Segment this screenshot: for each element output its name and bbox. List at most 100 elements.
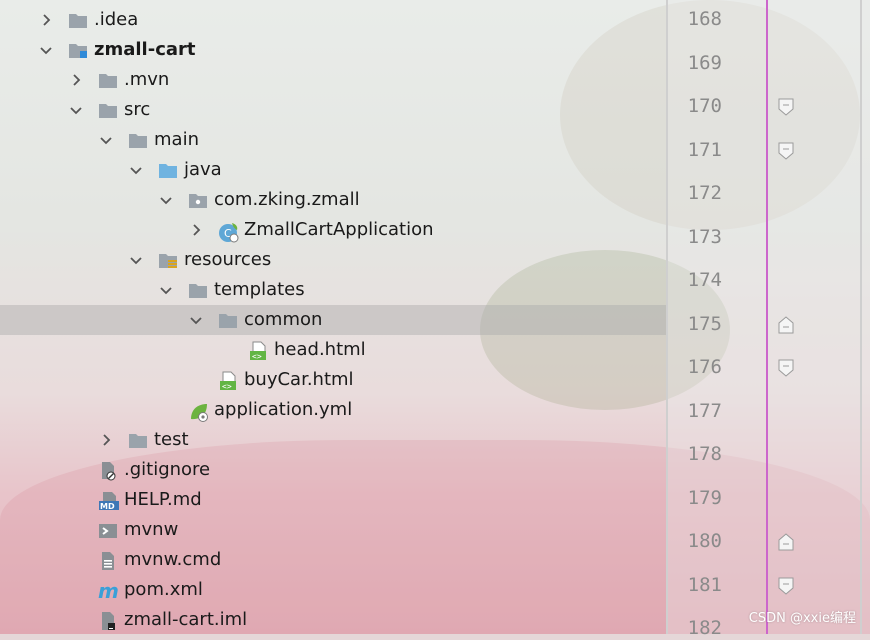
chevron-down-icon[interactable] — [188, 312, 204, 328]
html-file-icon: <> — [218, 371, 238, 391]
tree-item-label: src — [124, 99, 151, 120]
tree-item-label: HELP.md — [124, 489, 202, 510]
tree-row[interactable]: zmall-cart — [0, 35, 666, 65]
folder-icon — [68, 11, 88, 29]
tree-row[interactable]: .idea — [0, 5, 666, 35]
chevron-down-icon[interactable] — [128, 162, 144, 178]
chevron-down-icon[interactable] — [158, 192, 174, 208]
maven-file-icon: m — [98, 579, 119, 603]
tree-item-label: mvnw.cmd — [124, 549, 222, 570]
tree-item-label: application.yml — [214, 399, 353, 420]
fold-start-icon[interactable] — [778, 142, 794, 160]
text-file-icon — [98, 551, 118, 570]
line-number: 173 — [687, 225, 722, 248]
svg-text:MD: MD — [100, 502, 115, 511]
markdown-file-icon: MD — [98, 491, 119, 511]
tree-item-label: zmall-cart — [94, 39, 196, 60]
folder-icon — [128, 131, 148, 149]
tree-row[interactable]: C ZmallCartApplication — [0, 215, 666, 245]
tree-row[interactable]: .mvn — [0, 65, 666, 95]
fold-end-icon[interactable] — [778, 533, 794, 551]
fold-start-icon[interactable] — [778, 577, 794, 595]
tree-item-label: main — [154, 129, 199, 150]
tree-row[interactable]: src — [0, 95, 666, 125]
package-icon — [188, 191, 208, 209]
chevron-down-icon[interactable] — [98, 132, 114, 148]
tree-row[interactable]: MD HELP.md — [0, 485, 666, 515]
watermark: CSDN @xxie编程 — [748, 611, 856, 626]
iml-file-icon — [98, 611, 118, 630]
tree-row[interactable]: resources — [0, 245, 666, 275]
project-tree: .idea zmall-cart .mvn src main java com.zking.… — [0, 0, 666, 634]
folder-icon — [98, 71, 118, 89]
editor-gutter: 168 169 170 171 172 173 174 175 176 177 178 179 180 1… — [666, 0, 870, 639]
chevron-down-icon[interactable] — [128, 252, 144, 268]
chevron-right-icon[interactable] — [98, 432, 114, 448]
tree-item-label: templates — [214, 279, 305, 300]
line-number: 179 — [687, 486, 722, 509]
gitignore-file-icon — [98, 461, 118, 481]
tree-row[interactable]: common — [0, 305, 666, 335]
tree-item-label: common — [244, 309, 323, 330]
svg-text:<>: <> — [252, 352, 262, 361]
shell-file-icon — [98, 521, 118, 539]
folder-icon — [128, 431, 148, 449]
line-number: 181 — [687, 573, 722, 596]
fold-start-icon[interactable] — [778, 98, 794, 116]
chevron-right-icon[interactable] — [38, 12, 54, 28]
line-number: 176 — [687, 356, 722, 378]
tree-item-label: .mvn — [124, 69, 170, 90]
tree-row[interactable]: zmall-cart.iml — [0, 605, 666, 635]
line-number: 174 — [687, 269, 722, 291]
tree-row[interactable]: mvnw.cmd — [0, 545, 666, 575]
folder-icon — [98, 101, 118, 119]
fold-start-icon[interactable] — [778, 359, 794, 377]
svg-text:<>: <> — [222, 382, 232, 391]
tree-row[interactable]: com.zking.zmall — [0, 185, 666, 215]
tree-row[interactable]: <> head.html — [0, 335, 666, 365]
html-file-icon: <> — [248, 341, 268, 361]
tree-row[interactable]: mvnw — [0, 515, 666, 545]
tree-item-label: head.html — [274, 339, 366, 360]
tree-row[interactable]: main — [0, 125, 666, 155]
tree-row[interactable]: java — [0, 155, 666, 185]
source-folder-icon — [158, 161, 178, 179]
tree-item-label: ZmallCartApplication — [244, 219, 434, 240]
chevron-down-icon[interactable] — [68, 102, 84, 118]
tree-item-label: .idea — [94, 9, 139, 30]
tree-row[interactable]: .gitignore — [0, 455, 666, 485]
tree-item-label: buyCar.html — [244, 369, 354, 390]
resources-folder-icon — [158, 251, 178, 269]
editor-divider — [860, 0, 862, 634]
tree-item-label: resources — [184, 249, 272, 270]
right-margin-guide — [766, 0, 768, 634]
chevron-down-icon[interactable] — [158, 282, 174, 298]
fold-end-icon[interactable] — [778, 315, 794, 334]
folder-icon — [188, 281, 208, 299]
tree-item-label: com.zking.zmall — [214, 189, 360, 210]
tree-item-label: mvnw — [124, 519, 179, 540]
tree-row[interactable]: application.yml — [0, 395, 666, 425]
spring-class-icon: C — [218, 221, 239, 243]
line-number: 172 — [687, 182, 722, 204]
tree-row[interactable]: test — [0, 425, 666, 455]
chevron-right-icon[interactable] — [188, 222, 204, 238]
tree-row[interactable]: <> buyCar.html — [0, 365, 666, 395]
chevron-down-icon[interactable] — [38, 42, 54, 58]
line-number: 171 — [687, 138, 722, 161]
tree-row[interactable]: m pom.xml — [0, 575, 666, 605]
line-number: 178 — [687, 443, 722, 465]
tree-item-label: pom.xml — [124, 579, 203, 600]
line-number: 182 — [687, 617, 722, 639]
folder-icon — [218, 311, 238, 329]
tree-item-label: java — [184, 159, 222, 180]
chevron-right-icon[interactable] — [68, 72, 84, 88]
line-number: 170 — [687, 95, 722, 117]
line-number: 177 — [687, 399, 722, 422]
tree-item-label: test — [154, 429, 189, 450]
module-folder-icon — [68, 41, 88, 59]
svg-text:m: m — [98, 581, 119, 601]
tree-item-label: .gitignore — [124, 459, 211, 480]
line-number: 168 — [687, 8, 722, 30]
tree-row[interactable]: templates — [0, 275, 666, 305]
